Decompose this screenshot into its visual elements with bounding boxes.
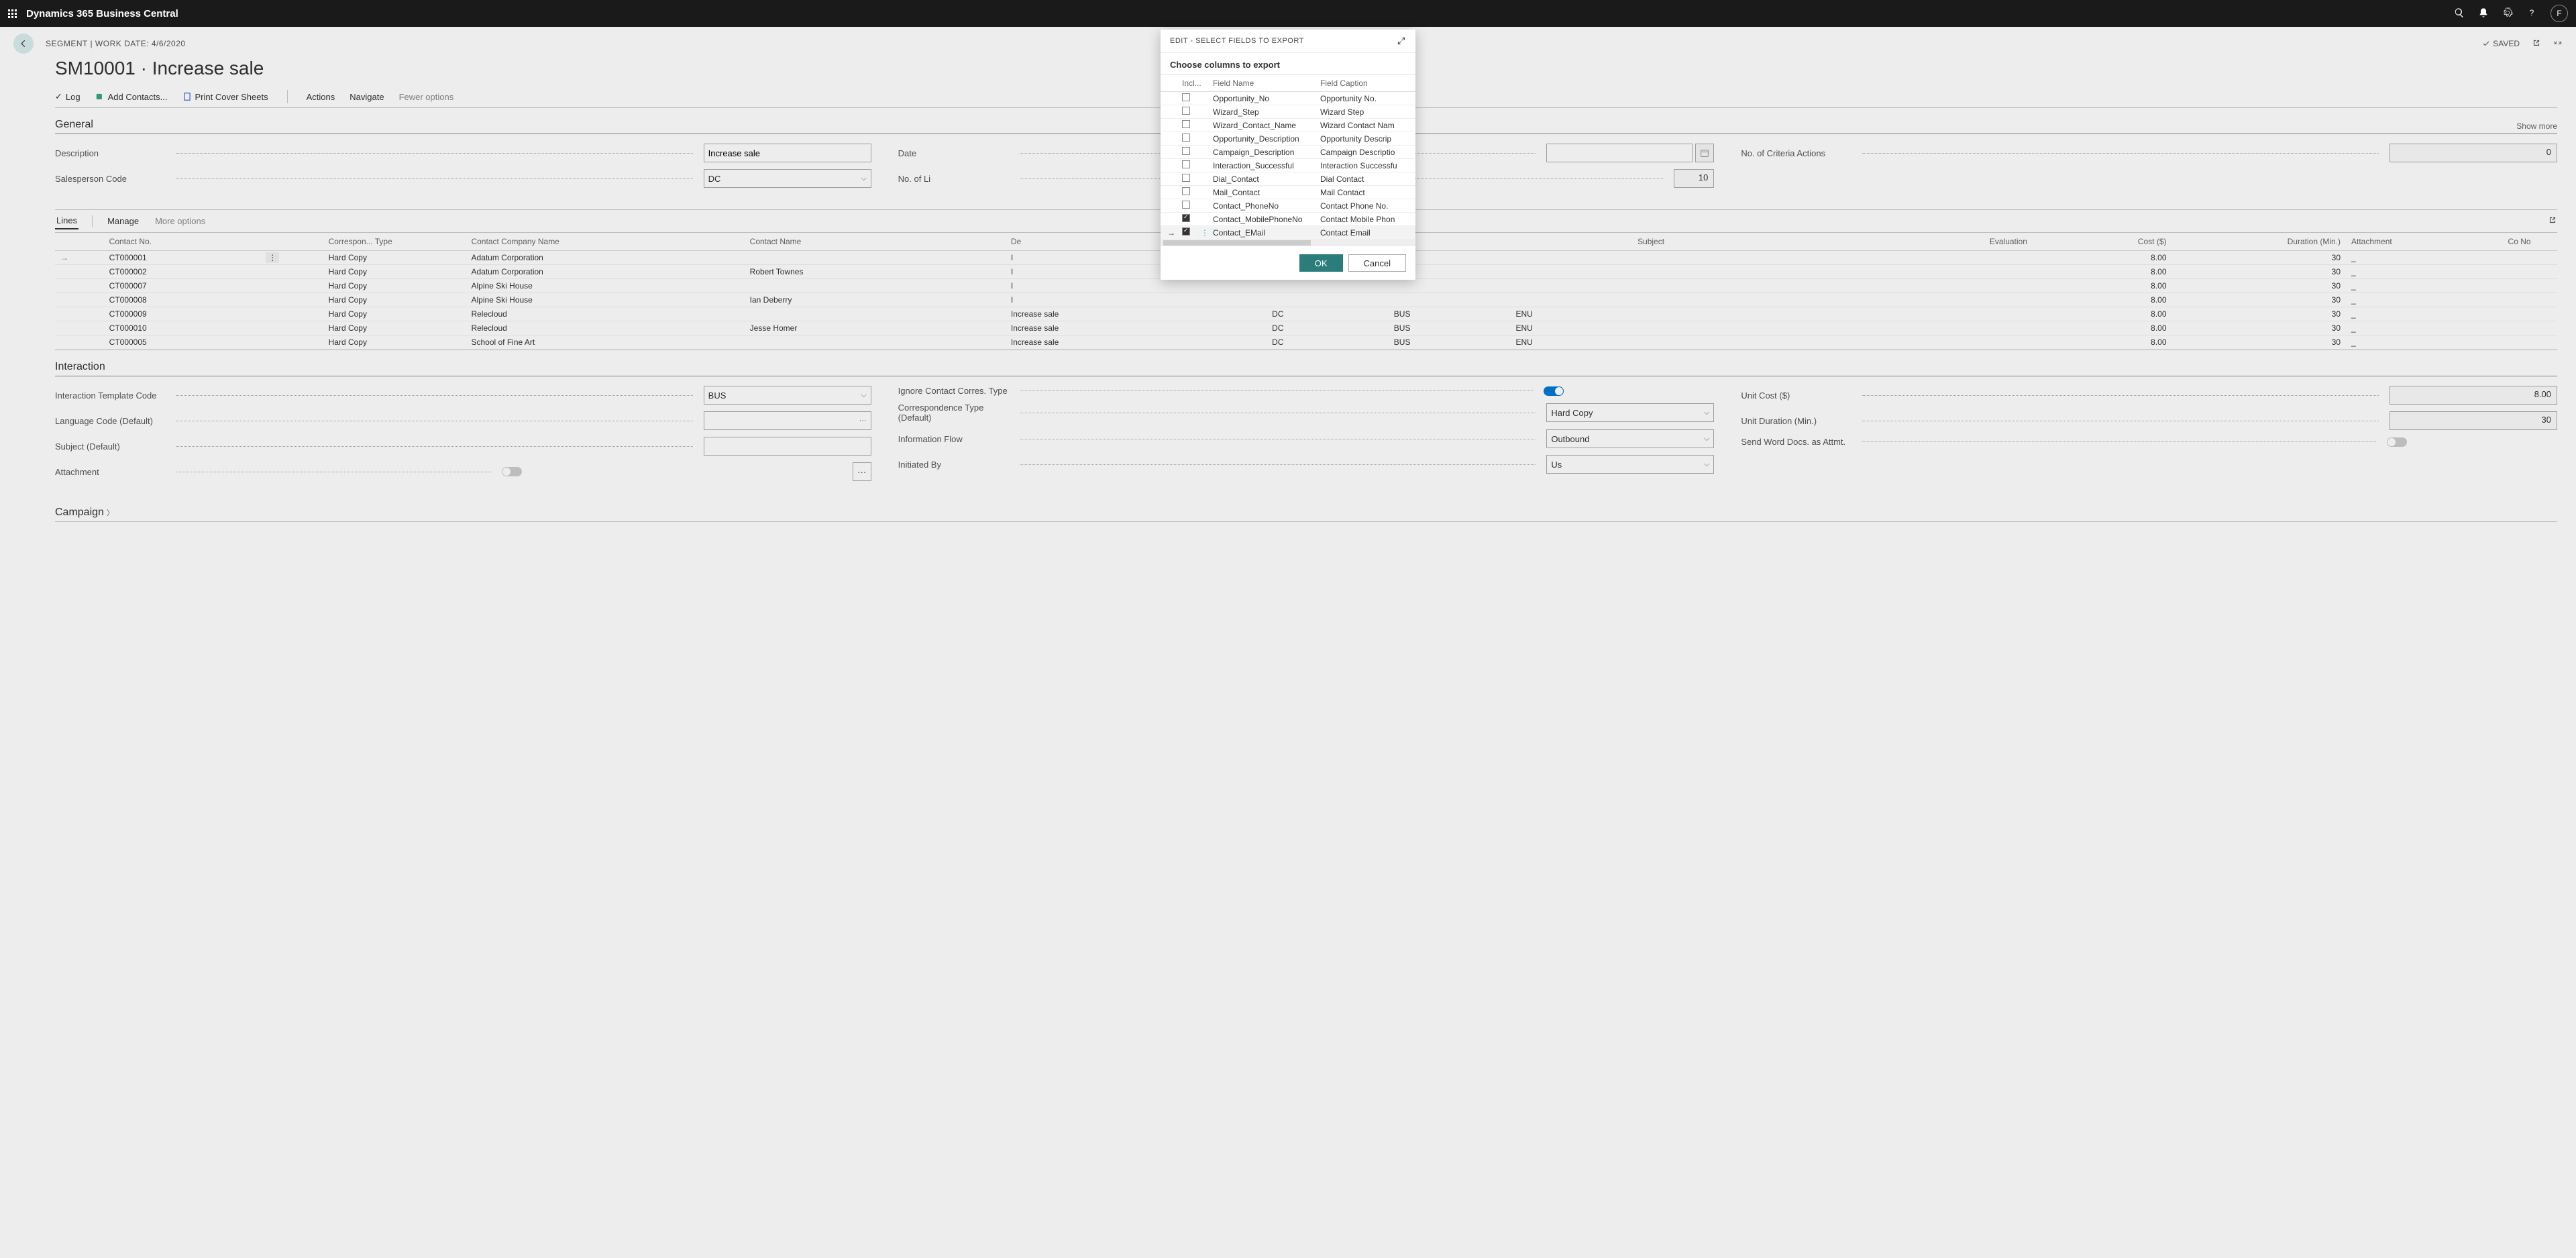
- topbar: Dynamics 365 Business Central ? F: [0, 0, 2576, 27]
- field-row[interactable]: Campaign_Description Campaign Descriptio: [1161, 146, 1415, 159]
- include-checkbox[interactable]: [1182, 214, 1190, 222]
- dialog-title: EDIT - SELECT FIELDS TO EXPORT: [1170, 37, 1304, 45]
- include-checkbox[interactable]: [1182, 160, 1190, 168]
- col-field-caption: Field Caption: [1320, 78, 1409, 88]
- include-checkbox[interactable]: [1182, 227, 1190, 235]
- dialog-subtitle: Choose columns to export: [1161, 53, 1415, 74]
- field-row[interactable]: Opportunity_Description Opportunity Desc…: [1161, 132, 1415, 146]
- include-checkbox[interactable]: [1182, 147, 1190, 155]
- field-row[interactable]: Interaction_Successful Interaction Succe…: [1161, 159, 1415, 172]
- include-checkbox[interactable]: [1182, 107, 1190, 115]
- ok-button[interactable]: OK: [1299, 254, 1343, 272]
- export-fields-dialog: EDIT - SELECT FIELDS TO EXPORT Choose co…: [1161, 30, 1415, 280]
- include-checkbox[interactable]: [1182, 174, 1190, 182]
- svg-text:?: ?: [2530, 8, 2534, 17]
- dialog-hscroll[interactable]: [1161, 240, 1415, 246]
- include-checkbox[interactable]: [1182, 93, 1190, 101]
- field-row[interactable]: Contact_MobilePhoneNo Contact Mobile Pho…: [1161, 213, 1415, 226]
- col-field-name: Field Name: [1213, 78, 1320, 88]
- include-checkbox[interactable]: [1182, 201, 1190, 209]
- bell-icon[interactable]: [2478, 7, 2489, 20]
- field-row[interactable]: Dial_Contact Dial Contact: [1161, 172, 1415, 186]
- cancel-button[interactable]: Cancel: [1348, 254, 1406, 272]
- search-icon[interactable]: [2454, 7, 2465, 20]
- help-icon[interactable]: ?: [2526, 7, 2537, 20]
- gear-icon[interactable]: [2502, 7, 2513, 20]
- field-row[interactable]: Opportunity_No Opportunity No.: [1161, 92, 1415, 105]
- col-include: Incl...: [1182, 78, 1197, 88]
- include-checkbox[interactable]: [1182, 134, 1190, 142]
- expand-dialog-icon[interactable]: [1397, 36, 1406, 46]
- field-row[interactable]: Wizard_Contact_Name Wizard Contact Nam: [1161, 119, 1415, 132]
- field-row[interactable]: Contact_PhoneNo Contact Phone No.: [1161, 199, 1415, 213]
- app-launcher-icon[interactable]: [8, 9, 17, 18]
- field-row[interactable]: Mail_Contact Mail Contact: [1161, 186, 1415, 199]
- include-checkbox[interactable]: [1182, 187, 1190, 195]
- include-checkbox[interactable]: [1182, 120, 1190, 128]
- field-row[interactable]: Wizard_Step Wizard Step: [1161, 105, 1415, 119]
- app-title: Dynamics 365 Business Central: [26, 8, 178, 19]
- avatar[interactable]: F: [2551, 5, 2568, 22]
- field-row[interactable]: → ⋮ Contact_EMail Contact Email: [1161, 226, 1415, 240]
